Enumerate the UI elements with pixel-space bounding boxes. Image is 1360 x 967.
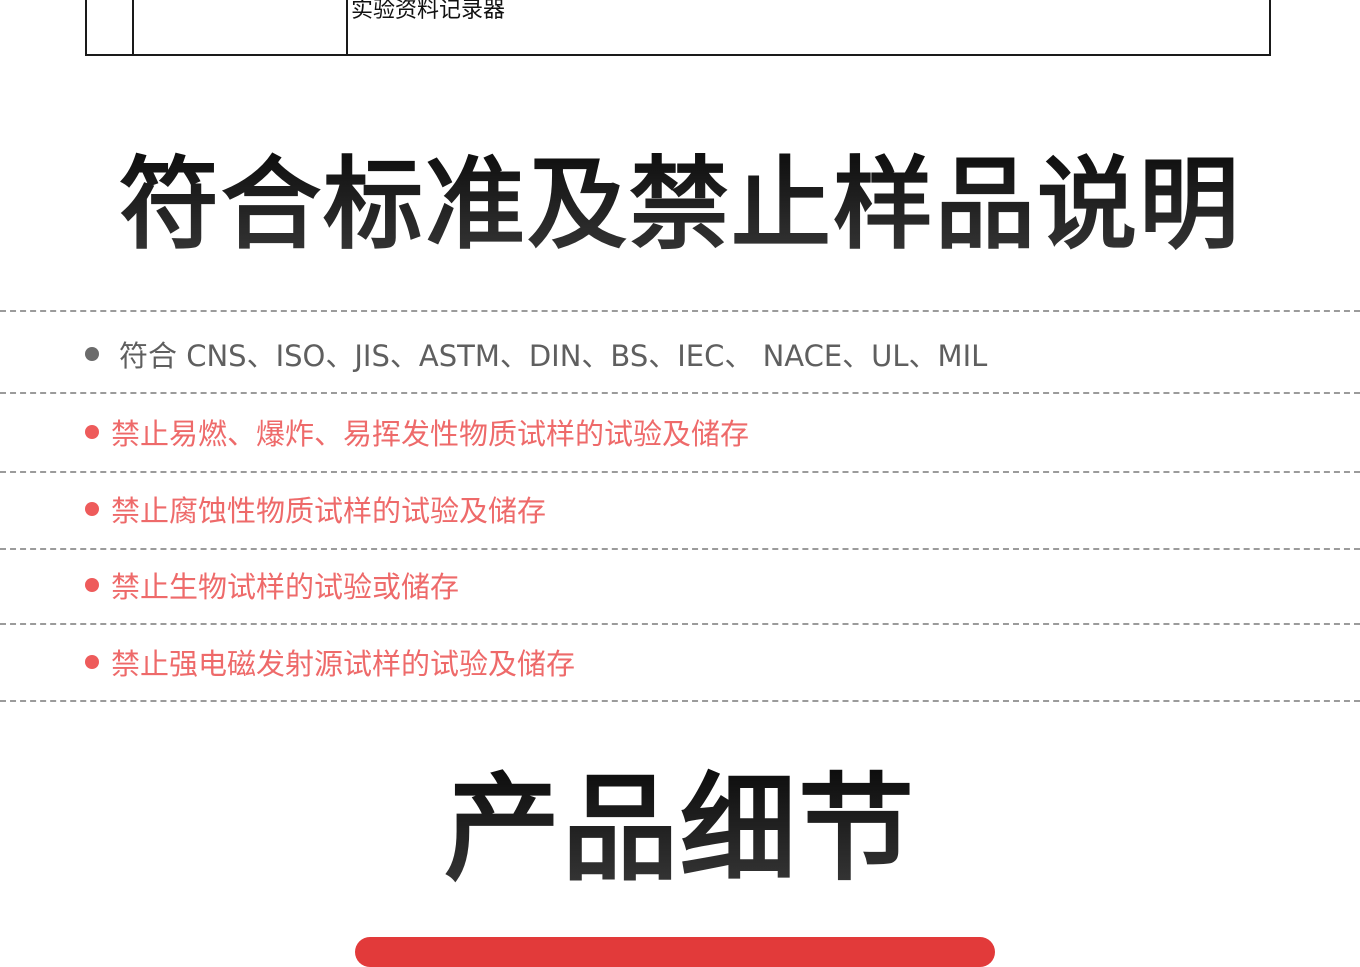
- table-cell-text: 实验资料记录器: [351, 0, 506, 23]
- bullet-icon: [85, 425, 99, 439]
- bullet-icon: [85, 347, 99, 361]
- table-column-divider: [132, 0, 134, 54]
- bullet-icon: [85, 655, 99, 669]
- dashed-divider: [0, 310, 1360, 312]
- accent-bar: [355, 937, 995, 967]
- list-item-prohibited-electromagnetic: 禁止强电磁发射源试样的试验及储存: [85, 642, 575, 682]
- list-item-prohibited-biological: 禁止生物试样的试验或储存: [85, 565, 459, 605]
- section-title-product-details: 产品细节: [0, 760, 1360, 900]
- bullet-icon: [85, 502, 99, 516]
- list-item-prohibited-flammable: 禁止易燃、爆炸、易挥发性物质试样的试验及储存: [85, 412, 749, 452]
- list-item-text: 符合 CNS、ISO、JIS、ASTM、DIN、BS、IEC、 NACE、UL、…: [119, 339, 988, 373]
- dashed-divider: [0, 700, 1360, 702]
- dashed-divider: [0, 548, 1360, 550]
- list-item-standards: 符合 CNS、ISO、JIS、ASTM、DIN、BS、IEC、 NACE、UL、…: [85, 334, 987, 374]
- dashed-divider: [0, 471, 1360, 473]
- spec-table-fragment: 实验资料记录器: [85, 0, 1271, 56]
- list-item-text: 禁止腐蚀性物质试样的试验及储存: [111, 494, 547, 528]
- dashed-divider: [0, 623, 1360, 625]
- list-item-text: 禁止易燃、爆炸、易挥发性物质试样的试验及储存: [111, 417, 750, 451]
- list-item-text: 禁止生物试样的试验或储存: [111, 570, 460, 604]
- section-title-standards: 符合标准及禁止样品说明: [0, 140, 1360, 270]
- table-column-divider: [346, 0, 348, 54]
- list-item-prohibited-corrosive: 禁止腐蚀性物质试样的试验及储存: [85, 489, 546, 529]
- bullet-icon: [85, 578, 99, 592]
- list-item-text: 禁止强电磁发射源试样的试验及储存: [111, 647, 576, 681]
- dashed-divider: [0, 392, 1360, 394]
